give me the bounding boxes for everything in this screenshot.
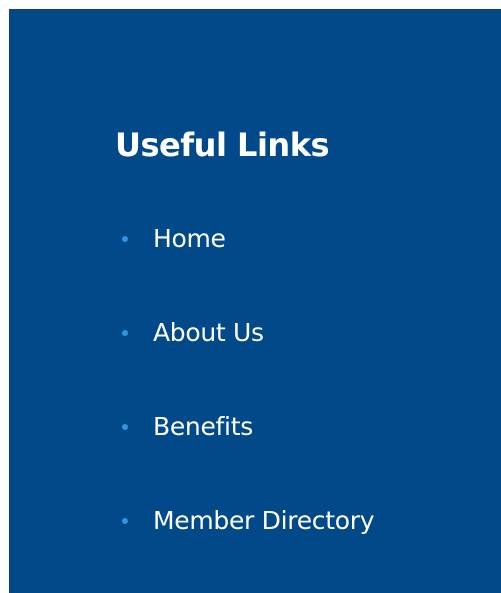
bullet-dot-icon <box>122 518 128 524</box>
bullet-dot-icon <box>122 424 128 430</box>
bullet-dot-icon <box>122 330 128 336</box>
benefits-link[interactable]: Benefits <box>153 410 253 444</box>
about-us-link[interactable]: About Us <box>153 316 264 350</box>
home-link[interactable]: Home <box>153 222 226 256</box>
useful-links-panel: Useful Links Home About Us Benefits Memb… <box>9 9 501 593</box>
useful-links-heading: Useful Links <box>115 126 330 164</box>
bullet-dot-icon <box>122 236 128 242</box>
member-directory-link[interactable]: Member Directory <box>153 504 375 538</box>
